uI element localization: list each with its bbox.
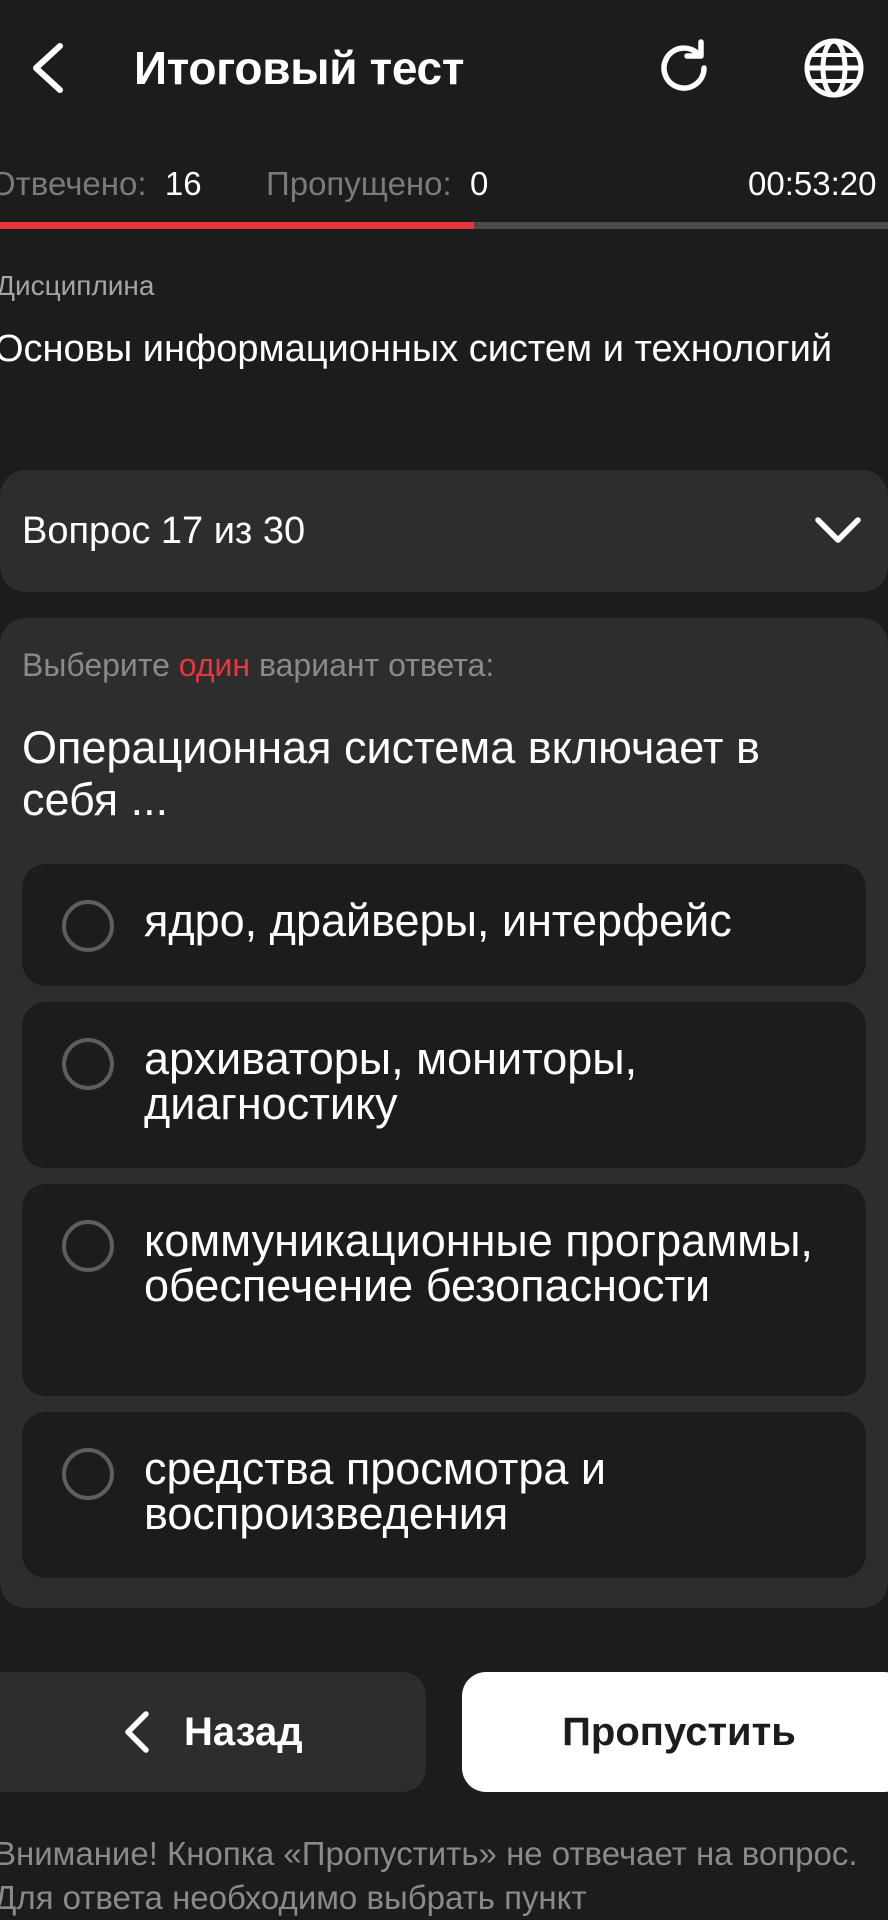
timer: 00:53:20 [748,165,877,202]
answered-label: Отвечено: [0,165,147,202]
page-title: Итоговый тест [134,42,465,94]
answer-instruction: Выберите один вариант ответа: [22,644,494,686]
answer-option[interactable]: архиваторы, мониторы, диагностику [22,1002,866,1168]
chevron-down-icon [815,517,861,543]
radio-button[interactable] [62,1448,114,1500]
radio-button[interactable] [62,1038,114,1090]
progress-bar-fill [0,222,474,229]
answered-value: 16 [164,165,202,202]
skipped-label: Пропущено: [266,165,452,202]
progress-bar [0,222,888,229]
answer-option-label: ядро, драйверы, интерфейс [144,895,732,946]
skipped-value: 0 [470,165,489,202]
skip-warning: Внимание! Кнопка «Пропустить» не отвечае… [0,1835,858,1916]
app-header: Итоговый тест [0,0,888,140]
skipped-counter: Пропущено: 0 [266,160,488,208]
question-text: Операционная система включает в себя ... [22,722,760,825]
question-card: Выберите один вариант ответа: Операционн… [0,618,888,1608]
answer-option-label: средства просмотра и воспроизведения [144,1443,607,1539]
instruction-suffix: вариант ответа: [250,647,495,683]
discipline-label: Дисциплина [0,270,155,301]
instruction-prefix: Выберите [22,647,179,683]
skip-button[interactable]: Пропустить [462,1672,888,1792]
progress-stats: Отвечено: 16 Пропущено: 0 00:53:20 [0,160,888,208]
refresh-icon[interactable] [652,36,716,100]
instruction-highlight: один [178,647,251,683]
question-selector[interactable]: Вопрос 17 из 30 [0,470,888,592]
discipline-name: Основы информационных систем и технологи… [0,328,833,370]
back-button[interactable]: Назад [0,1672,426,1792]
answered-counter: Отвечено: 16 [0,160,202,208]
chevron-left-icon [125,1711,149,1753]
chevron-left-icon[interactable] [26,38,70,98]
answer-option-label: архиваторы, мониторы, диагностику [144,1033,638,1129]
test-screen: Итоговый тест Отвечено: 16 Пропущено: 0 … [0,0,888,1920]
globe-icon[interactable] [802,36,866,100]
answer-option-label: коммуникационные программы, обеспечение … [144,1215,813,1311]
skip-button-label: Пропустить [562,1710,796,1754]
answer-option[interactable]: ядро, драйверы, интерфейс [22,864,866,986]
question-number: Вопрос 17 из 30 [22,510,306,552]
answer-option[interactable]: коммуникационные программы, обеспечение … [22,1184,866,1396]
answer-option[interactable]: средства просмотра и воспроизведения [22,1412,866,1578]
radio-button[interactable] [62,1220,114,1272]
radio-button[interactable] [62,900,114,952]
back-button-label: Назад [184,1710,303,1754]
